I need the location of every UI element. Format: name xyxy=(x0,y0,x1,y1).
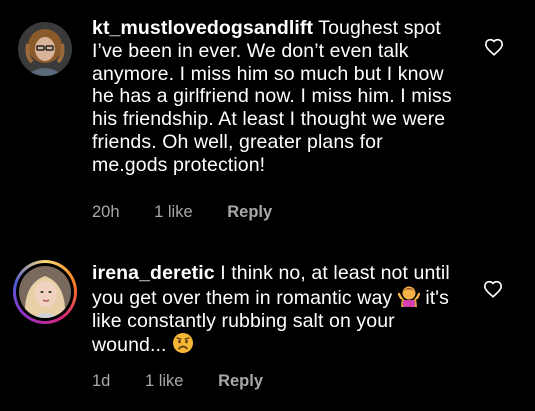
sad-face-emoji xyxy=(173,333,194,354)
avatar[interactable] xyxy=(19,266,71,318)
username[interactable]: kt_mustlovedogsandlift xyxy=(92,17,313,39)
reply-button[interactable]: Reply xyxy=(218,372,263,390)
comment-meta: 1d 1 like Reply xyxy=(92,372,293,391)
heart-outline-icon[interactable] xyxy=(484,38,504,56)
woman-shrugging-emoji xyxy=(397,286,420,307)
comment-1: kt_mustlovedogsandlift Toughest spot I’v… xyxy=(0,0,535,240)
username[interactable]: irena_deretic xyxy=(92,262,215,284)
comment-text: kt_mustlovedogsandlift Toughest spot I’v… xyxy=(92,17,452,177)
reply-button[interactable]: Reply xyxy=(227,203,272,221)
timestamp: 1d xyxy=(92,372,111,390)
avatar[interactable] xyxy=(18,22,72,76)
like-count[interactable]: 1 like xyxy=(154,203,193,221)
comment-2: irena_deretic I think no, at least not u… xyxy=(0,240,535,411)
comment-body: Toughest spot I’ve been in ever. We don’… xyxy=(92,17,452,176)
timestamp: 20h xyxy=(92,203,120,221)
user-avatar-icon xyxy=(18,22,72,76)
comment-meta: 20h 1 like Reply xyxy=(92,203,302,222)
heart-outline-icon[interactable] xyxy=(483,280,503,298)
user-avatar-icon xyxy=(19,266,71,318)
comment-text: irena_deretic I think no, at least not u… xyxy=(92,262,462,357)
like-count[interactable]: 1 like xyxy=(145,372,184,390)
